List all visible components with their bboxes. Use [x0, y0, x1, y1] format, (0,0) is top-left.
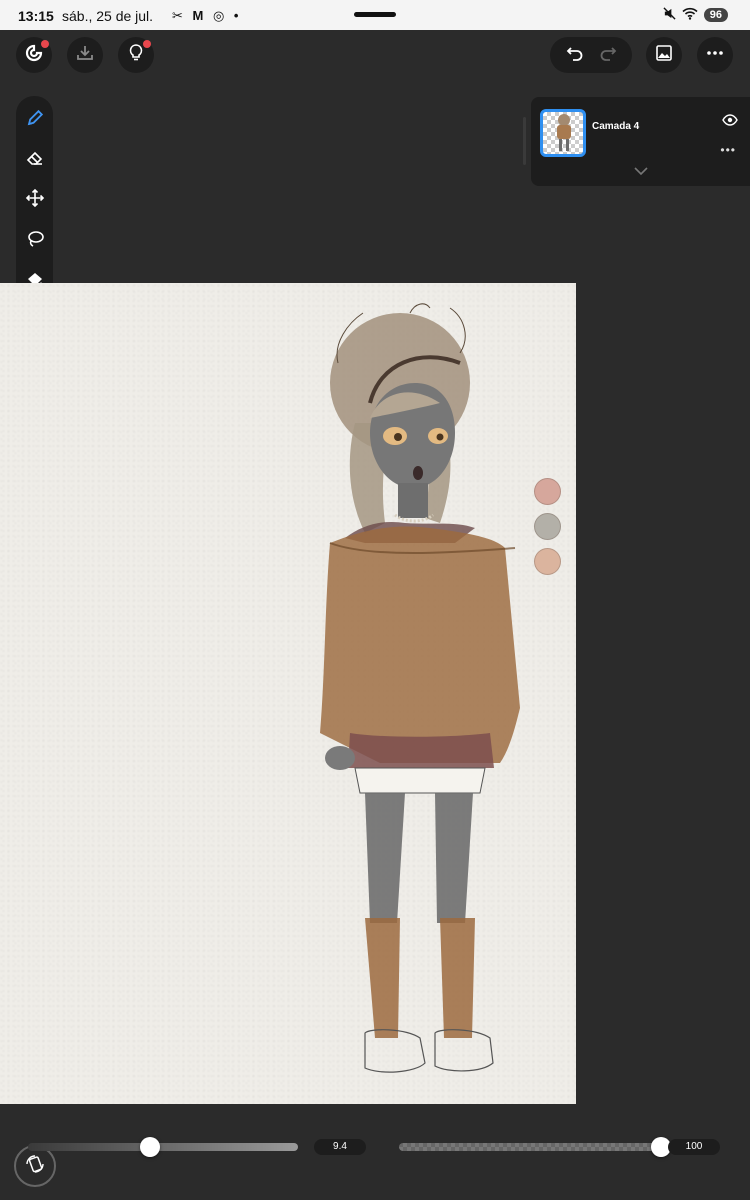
brush-size-value[interactable]: 9.4 — [314, 1139, 366, 1155]
layer-thumbnail[interactable] — [540, 109, 586, 157]
bottom-controls — [0, 1104, 750, 1200]
wifi-icon — [682, 7, 698, 23]
rotate-canvas-button[interactable] — [14, 1145, 56, 1187]
app-menu-button[interactable] — [16, 37, 52, 73]
undo-icon[interactable] — [565, 43, 585, 68]
palette-dot — [534, 478, 561, 505]
palette-dot — [534, 513, 561, 540]
status-bar: 13:15 sáb., 25 de jul. ✂ M ◎ • 96 — [0, 0, 750, 30]
pen-icon — [25, 108, 45, 133]
drawing-canvas[interactable] — [0, 283, 576, 1104]
notification-dot — [41, 40, 49, 48]
redo-icon[interactable] — [598, 43, 618, 68]
layer-panel: Camada 4 ••• — [531, 97, 750, 186]
more-dots-icon — [705, 43, 725, 68]
status-time: 13:15 — [18, 8, 54, 24]
brush-size-slider-knob[interactable] — [139, 1137, 160, 1157]
image-icon — [654, 43, 674, 68]
status-right-icons: 96 — [663, 7, 728, 23]
rotate-device-icon — [24, 1153, 46, 1180]
import-icon — [75, 43, 95, 68]
status-date: sáb., 25 de jul. — [62, 8, 154, 24]
character-illustration — [320, 303, 520, 1073]
layer-more-icon[interactable]: ••• — [720, 143, 736, 157]
layer-name[interactable]: Camada 4 — [592, 121, 639, 132]
tool-eraser[interactable] — [22, 148, 47, 173]
gallery-button[interactable] — [646, 37, 682, 73]
opacity-value[interactable]: 100 — [668, 1139, 720, 1155]
eraser-icon — [25, 148, 45, 173]
move-icon — [25, 188, 45, 213]
eye-icon[interactable] — [722, 113, 738, 131]
opacity-slider-track[interactable] — [399, 1143, 661, 1151]
brush-size-slider-track[interactable] — [28, 1143, 298, 1151]
status-handle — [354, 12, 396, 17]
tips-button[interactable] — [118, 37, 154, 73]
tool-pen[interactable] — [22, 108, 47, 133]
tool-lasso[interactable] — [22, 229, 47, 254]
battery-indicator: 96 — [703, 8, 728, 22]
layer-panel-scrollbar[interactable] — [523, 117, 526, 165]
lasso-icon — [25, 229, 45, 254]
notification-dot — [143, 40, 151, 48]
tool-move[interactable] — [22, 188, 47, 213]
palette-dot — [534, 548, 561, 575]
mute-icon — [663, 7, 676, 23]
chevron-down-icon[interactable] — [633, 163, 649, 181]
undo-redo-group — [550, 37, 632, 73]
more-options-button[interactable] — [697, 37, 733, 73]
import-button[interactable] — [67, 37, 103, 73]
status-app-icons: ✂ M ◎ • — [172, 8, 242, 23]
